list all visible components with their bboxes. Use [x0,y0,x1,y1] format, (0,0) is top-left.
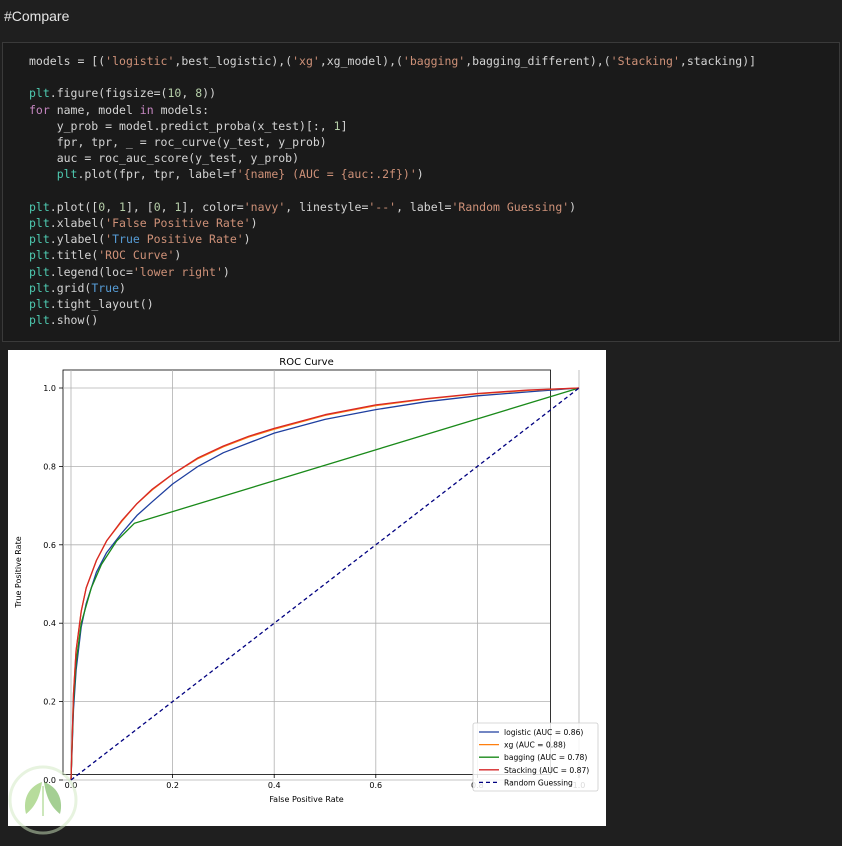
y-tick-label: 0.6 [43,541,56,550]
watermark-logo [4,764,82,836]
y-tick-label: 1.0 [43,384,56,393]
x-axis-label: False Positive Rate [269,795,343,804]
code-line: plt.plot(fpr, tpr, label=f'{name} (AUC =… [56,167,424,182]
x-tick-label: 0.2 [166,781,179,790]
code-line: plt.xlabel('False Positive Rate') [29,216,258,231]
roc-chart: 0.00.20.40.60.81.00.00.20.40.60.81.0ROC … [14,357,599,804]
code-line: plt.plot([0, 1], [0, 1], color='navy', l… [29,199,577,214]
y-tick-label: 0.4 [43,619,56,628]
code-cell[interactable]: models = [('logistic',best_logistic),('x… [2,42,840,342]
roc-figure: 0.00.20.40.60.81.00.00.20.40.60.81.0ROC … [8,350,606,826]
legend-label: Stacking (AUC = 0.87) [504,766,589,775]
code-editor[interactable]: models = [('logistic',best_logistic),('x… [29,53,756,328]
y-tick-label: 0.8 [43,462,56,471]
legend-label: Random Guessing [504,778,573,787]
code-line: plt.legend(loc='lower right') [29,264,230,279]
y-axis-label: True Positive Rate [14,536,23,608]
code-line: y_prob = model.predict_proba(x_test)[:, … [29,118,348,133]
code-line: auc = roc_auc_score(y_test, y_prob) [29,151,300,166]
code-line: plt.tight_layout() [29,297,154,312]
code-line: plt.title('ROC Curve') [29,248,182,263]
chart-title: ROC Curve [279,357,333,368]
legend-label: xg (AUC = 0.88) [504,741,566,750]
x-tick-label: 0.4 [268,781,281,790]
code-line: plt.figure(figsize=(10, 8)) [29,86,216,101]
x-tick-label: 0.6 [369,781,382,790]
code-line: for name, model in models: [29,102,210,117]
legend-label: bagging (AUC = 0.78) [504,753,587,762]
code-line: plt.show() [29,313,99,328]
code-line: models = [('logistic',best_logistic),('x… [29,54,757,68]
code-line: fpr, tpr, _ = roc_curve(y_test, y_prob) [29,135,327,150]
legend-label: logistic (AUC = 0.86) [504,728,583,737]
code-line: plt.ylabel('True Positive Rate') [29,232,251,247]
markdown-heading: #Compare [4,8,70,24]
y-tick-label: 0.2 [43,698,56,707]
code-line: plt.grid(True) [29,280,126,295]
